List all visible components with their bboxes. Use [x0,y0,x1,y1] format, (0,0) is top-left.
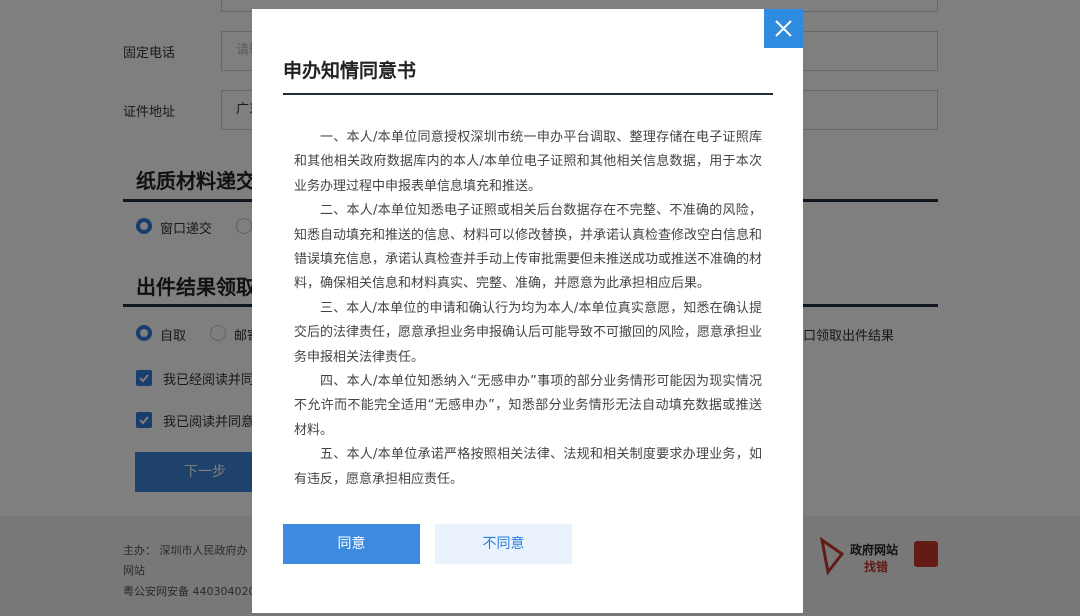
agree-button[interactable]: 同意 [283,524,420,564]
disagree-button[interactable]: 不同意 [435,524,572,564]
consent-text: 一、本人/本单位同意授权深圳市统一申办平台调取、整理存储在电子证照库和其他相关政… [294,126,762,492]
dialog-title: 申办知情同意书 [283,60,417,82]
consent-dialog: 申办知情同意书 一、本人/本单位同意授权深圳市统一申办平台调取、整理存储在电子证… [252,9,803,613]
consent-paragraph-3: 三、本人/本单位的申请和确认行为均为本人/本单位真实意愿，知悉在确认提交后的法律… [294,300,763,365]
close-icon [775,20,792,37]
consent-paragraph-1: 一、本人/本单位同意授权深圳市统一申办平台调取、整理存储在电子证照库和其他相关政… [294,130,762,194]
close-button[interactable] [764,9,803,48]
consent-paragraph-4: 四、本人/本单位知悉纳入“无感申办”事项的部分业务情形可能因为现实情况不允许而不… [294,374,762,438]
consent-paragraph-5: 五、本人/本单位承诺严格按照相关法律、法规和相关制度要求办理业务，如有违反，愿意… [294,447,762,487]
consent-paragraph-2: 二、本人/本单位知悉电子证照或相关后台数据存在不完整、不准确的风险，知悉自动填充… [294,203,763,292]
title-divider [283,93,773,95]
